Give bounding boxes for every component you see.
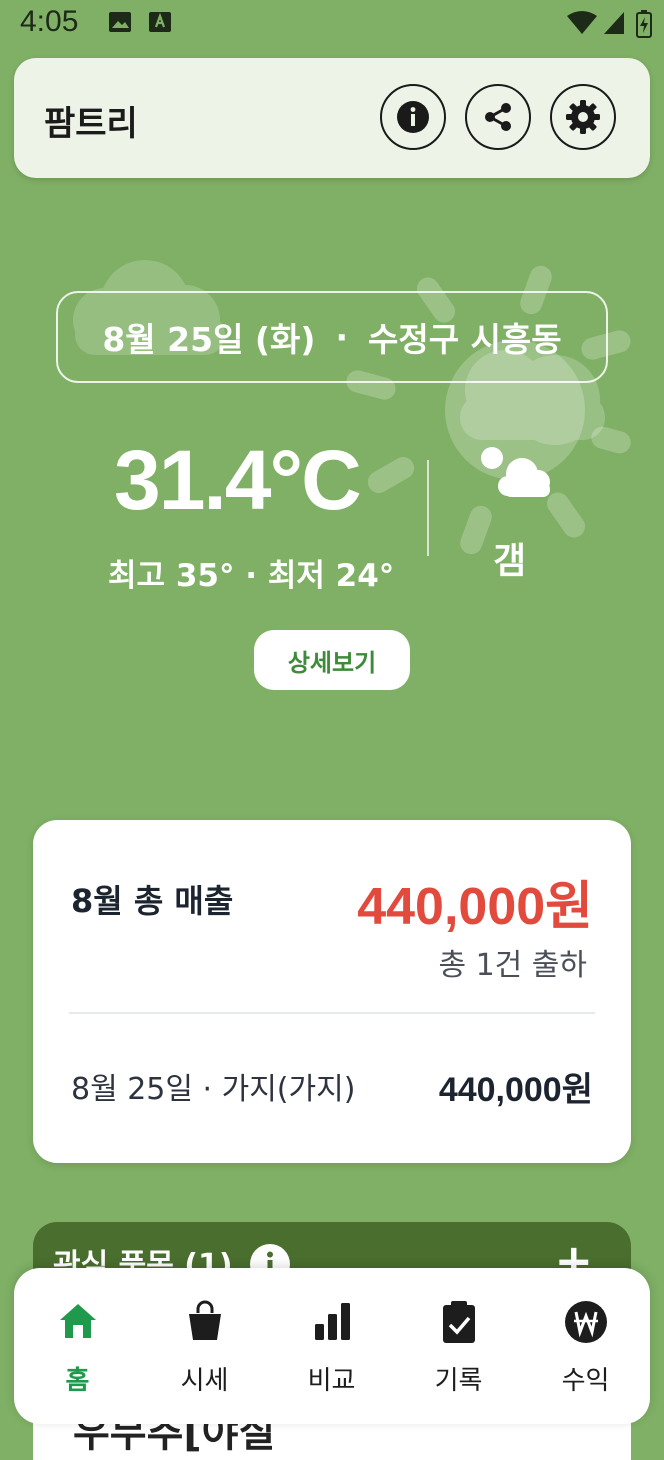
nav-records[interactable]: 기록 (395, 1268, 522, 1424)
weather-divider (427, 460, 429, 556)
clipboard-check-icon (442, 1301, 475, 1343)
won-coin-icon (564, 1301, 607, 1343)
weather-condition: 갬 (493, 541, 527, 582)
gear-icon (566, 100, 600, 134)
nav-home[interactable]: 홈 (14, 1268, 141, 1424)
weather-date: 8월 25일 (화) (102, 320, 316, 359)
info-button[interactable] (380, 84, 446, 150)
cell-signal-icon (604, 12, 624, 34)
sales-total-amount: 440,000원 (357, 878, 593, 936)
nav-income[interactable]: 수익 (522, 1268, 649, 1424)
high-low-temperature: 최고 35° · 최저 24° (108, 558, 395, 594)
sales-divider (69, 1012, 595, 1014)
shopping-bag-icon (188, 1300, 221, 1340)
status-time: 4:05 (20, 5, 79, 38)
share-icon (485, 103, 511, 131)
nav-compare-label: 비교 (307, 1366, 356, 1396)
shipment-count: 총 1건 출하 (438, 948, 587, 983)
app-bar: 팜트리 (14, 58, 650, 178)
nav-prices-label: 시세 (180, 1366, 229, 1396)
app-title: 팜트리 (44, 104, 138, 144)
nav-home-label: 홈 (65, 1366, 90, 1396)
current-temperature: 31.4°C (114, 433, 362, 527)
nav-records-label: 기록 (434, 1366, 483, 1396)
nav-compare[interactable]: 비교 (268, 1268, 395, 1424)
nav-prices[interactable]: 시세 (141, 1268, 268, 1424)
date-location-pill: 8월 25일 (화) · 수정구 시흥동 (56, 291, 608, 383)
home-icon (59, 1304, 96, 1338)
nav-income-label: 수익 (561, 1366, 610, 1396)
share-button[interactable] (465, 84, 531, 150)
settings-button[interactable] (550, 84, 616, 150)
wifi-icon (567, 11, 597, 34)
battery-icon (636, 10, 652, 38)
sales-label: 8월 총 매출 (71, 882, 234, 920)
weather-detail-button[interactable]: 상세보기 (254, 630, 410, 690)
monthly-sales-card[interactable]: 8월 총 매출 440,000원 총 1건 출하 8월 25일 · 가지(가지)… (33, 820, 631, 1163)
bottom-navigation: 홈 시세 비교 기록 수익 (14, 1268, 650, 1424)
sales-entry-label: 8월 25일 · 가지(가지) (71, 1072, 356, 1107)
info-icon (397, 101, 429, 133)
sales-entry-amount: 440,000원 (438, 1071, 593, 1109)
text-notification-icon (149, 12, 171, 32)
partly-sunny-icon (481, 447, 550, 497)
date-separator: · (335, 317, 348, 357)
image-notification-icon (109, 12, 131, 32)
bar-chart-icon (314, 1303, 350, 1340)
weather-location: 수정구 시흥동 (368, 320, 562, 359)
status-bar: 4:05 (0, 0, 664, 48)
